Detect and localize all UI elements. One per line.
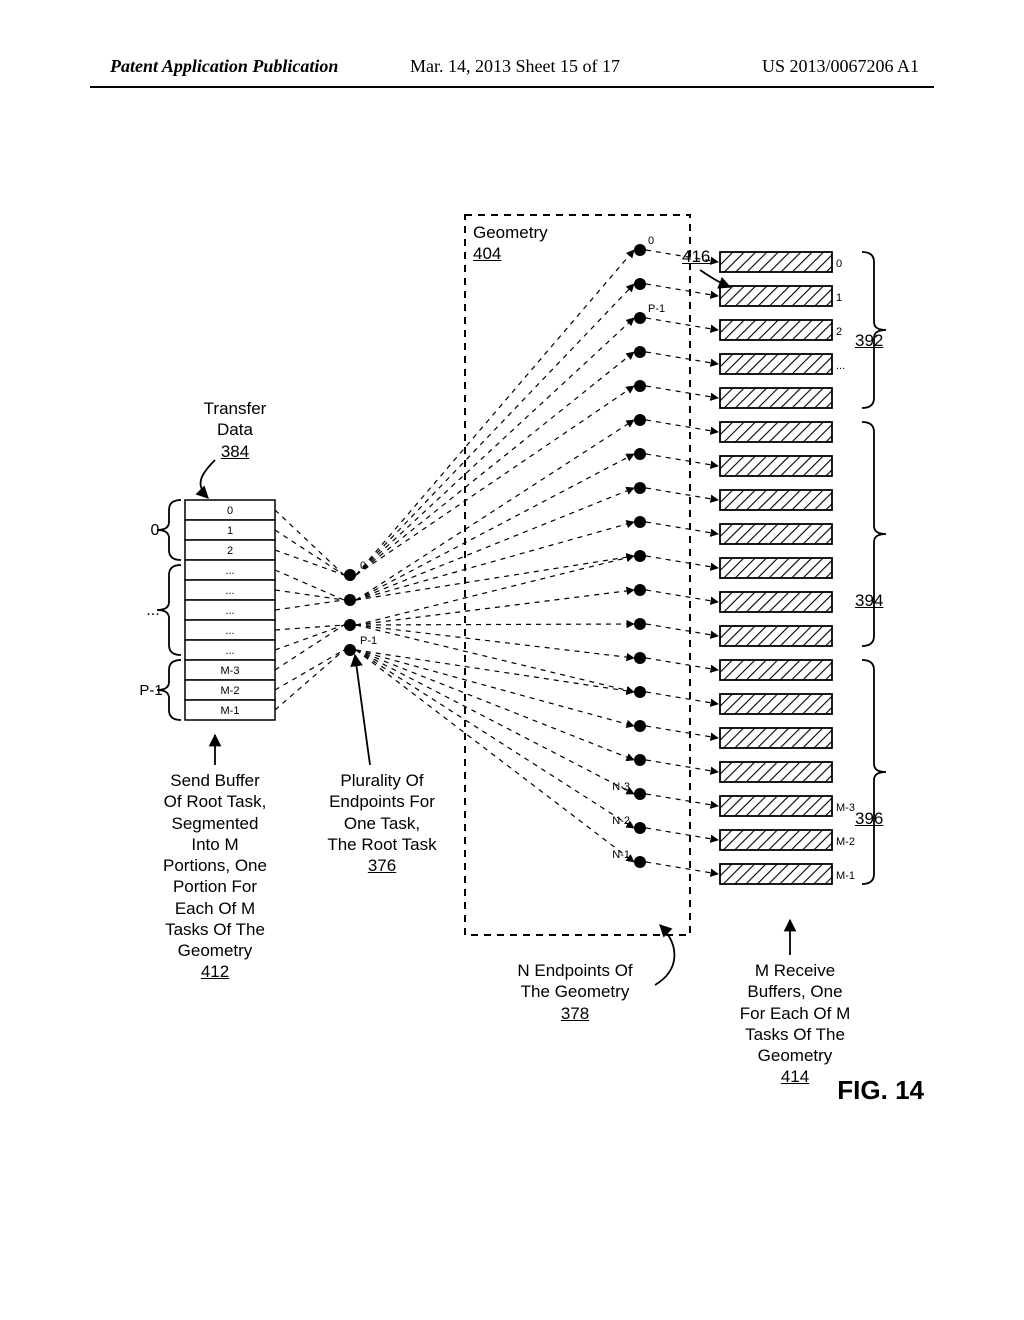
connections — [275, 250, 718, 874]
svg-text:...: ... — [225, 565, 234, 577]
page: Patent Application Publication Mar. 14, … — [0, 0, 1024, 1320]
receive-braces — [862, 252, 886, 884]
svg-text:0: 0 — [648, 235, 654, 247]
svg-text:...: ... — [146, 602, 159, 619]
svg-text:0: 0 — [227, 505, 233, 517]
geometry-box — [465, 215, 690, 935]
root-endpoints: 0P-1 — [344, 560, 377, 656]
arrow-root-endpoints — [355, 655, 370, 765]
send-buffer: 0 1 2............... M-3 M-2 M-1 — [185, 500, 275, 720]
svg-text:...: ... — [225, 585, 234, 597]
receive-buffers: 0 1 2... M-3 M-2 M-1 — [720, 252, 855, 884]
svg-text:1: 1 — [227, 525, 233, 537]
svg-text:2: 2 — [836, 326, 842, 338]
svg-text:N-3: N-3 — [612, 781, 630, 793]
svg-text:P-1: P-1 — [360, 635, 377, 647]
svg-text:M-3: M-3 — [836, 802, 855, 814]
svg-text:P-1: P-1 — [139, 682, 162, 699]
figure-svg: 012...............M-3M-2M-1 0...P-1 0P-1… — [0, 0, 1024, 1320]
svg-text:M-3: M-3 — [221, 665, 240, 677]
svg-text:...: ... — [225, 605, 234, 617]
svg-text:...: ... — [225, 625, 234, 637]
svg-text:N-2: N-2 — [612, 815, 630, 827]
svg-text:M-1: M-1 — [836, 870, 855, 882]
svg-text:M-1: M-1 — [221, 705, 240, 717]
svg-text:0: 0 — [151, 522, 160, 539]
svg-text:...: ... — [225, 645, 234, 657]
send-buffer-braces: 0... P-1 — [139, 500, 181, 720]
svg-text:M-2: M-2 — [836, 836, 855, 848]
svg-text:0: 0 — [836, 258, 842, 270]
svg-text:1: 1 — [836, 292, 842, 304]
arrow-transfer-data — [201, 460, 215, 498]
svg-text:P-1: P-1 — [648, 303, 665, 315]
svg-text:2: 2 — [227, 545, 233, 557]
svg-text:N-1: N-1 — [612, 849, 630, 861]
svg-text:...: ... — [836, 360, 845, 372]
svg-text:M-2: M-2 — [221, 685, 240, 697]
